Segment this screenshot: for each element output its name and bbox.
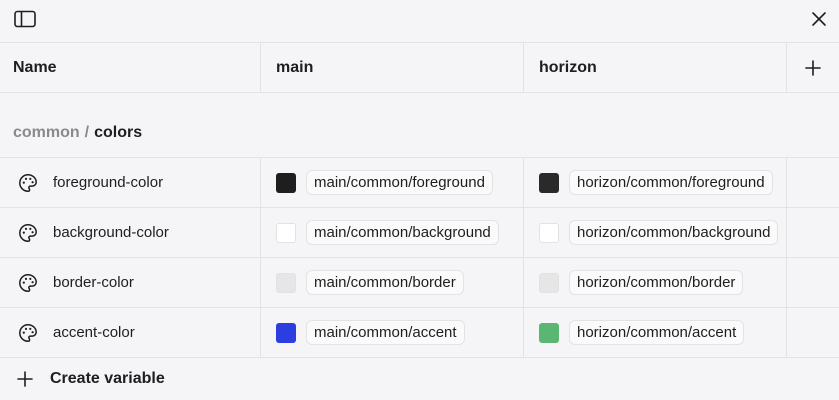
alias-pill[interactable]: main/common/foreground xyxy=(306,170,493,195)
variable-name-cell[interactable]: border-color xyxy=(0,258,260,307)
close-icon[interactable] xyxy=(806,6,832,32)
alias-pill[interactable]: main/common/accent xyxy=(306,320,465,345)
variable-name-cell[interactable]: foreground-color xyxy=(0,158,260,207)
column-header-horizon[interactable]: horizon xyxy=(539,43,597,93)
palette-icon xyxy=(18,173,38,193)
group-breadcrumb: common / colors xyxy=(13,123,142,143)
table-row[interactable]: accent-color main/common/accent horizon/… xyxy=(0,308,839,358)
value-cell-horizon[interactable]: horizon/common/background xyxy=(524,208,779,257)
alias-pill[interactable]: horizon/common/border xyxy=(569,270,744,295)
value-cell-horizon[interactable]: horizon/common/accent xyxy=(524,308,745,357)
column-divider xyxy=(786,158,787,207)
column-divider xyxy=(260,43,261,93)
alias-pill[interactable]: main/common/border xyxy=(306,270,464,295)
color-swatch xyxy=(276,172,296,193)
color-swatch xyxy=(539,172,559,193)
create-variable-button[interactable]: Create variable xyxy=(0,358,839,400)
column-divider xyxy=(786,208,787,257)
group-name: colors xyxy=(94,124,143,141)
variable-name: background-color xyxy=(53,224,169,241)
value-cell-horizon[interactable]: horizon/common/border xyxy=(524,258,744,307)
plus-icon xyxy=(804,60,821,76)
value-cell-main[interactable]: main/common/border xyxy=(261,258,464,307)
color-swatch xyxy=(539,272,559,293)
alias-pill[interactable]: horizon/common/accent xyxy=(569,320,745,345)
group-separator: / xyxy=(84,124,90,141)
variable-name-cell[interactable]: background-color xyxy=(0,208,260,257)
palette-icon xyxy=(18,223,38,243)
value-cell-horizon[interactable]: horizon/common/foreground xyxy=(524,158,773,207)
palette-icon xyxy=(18,323,38,343)
variable-name-cell[interactable]: accent-color xyxy=(0,308,260,357)
variable-list: foreground-color main/common/foreground … xyxy=(0,157,839,358)
variable-name: border-color xyxy=(53,274,134,291)
color-swatch xyxy=(539,322,559,343)
column-divider xyxy=(786,308,787,357)
alias-pill[interactable]: horizon/common/background xyxy=(569,220,779,245)
sidebar-toggle-icon[interactable] xyxy=(12,7,38,31)
color-swatch xyxy=(539,222,559,243)
value-cell-main[interactable]: main/common/foreground xyxy=(261,158,493,207)
column-header-name[interactable]: Name xyxy=(13,43,57,93)
table-row[interactable]: foreground-color main/common/foreground … xyxy=(0,158,839,208)
variable-name: foreground-color xyxy=(53,174,164,191)
variable-name: accent-color xyxy=(53,324,135,341)
column-header-main[interactable]: main xyxy=(276,43,313,93)
color-swatch xyxy=(276,322,296,343)
group-parent[interactable]: common xyxy=(13,124,80,142)
table-header: Name main horizon xyxy=(0,43,839,93)
add-mode-button[interactable] xyxy=(786,43,839,93)
color-swatch xyxy=(276,272,296,293)
value-cell-main[interactable]: main/common/background xyxy=(261,208,499,257)
plus-icon xyxy=(16,370,34,388)
value-cell-main[interactable]: main/common/accent xyxy=(261,308,465,357)
column-divider xyxy=(523,43,524,93)
table-row[interactable]: background-color main/common/background … xyxy=(0,208,839,258)
table-row[interactable]: border-color main/common/border horizon/… xyxy=(0,258,839,308)
alias-pill[interactable]: horizon/common/foreground xyxy=(569,170,773,195)
alias-pill[interactable]: main/common/background xyxy=(306,220,499,245)
palette-icon xyxy=(18,273,38,293)
column-divider xyxy=(786,258,787,307)
create-variable-label: Create variable xyxy=(50,370,165,387)
top-bar xyxy=(0,0,839,43)
color-swatch xyxy=(276,222,296,243)
